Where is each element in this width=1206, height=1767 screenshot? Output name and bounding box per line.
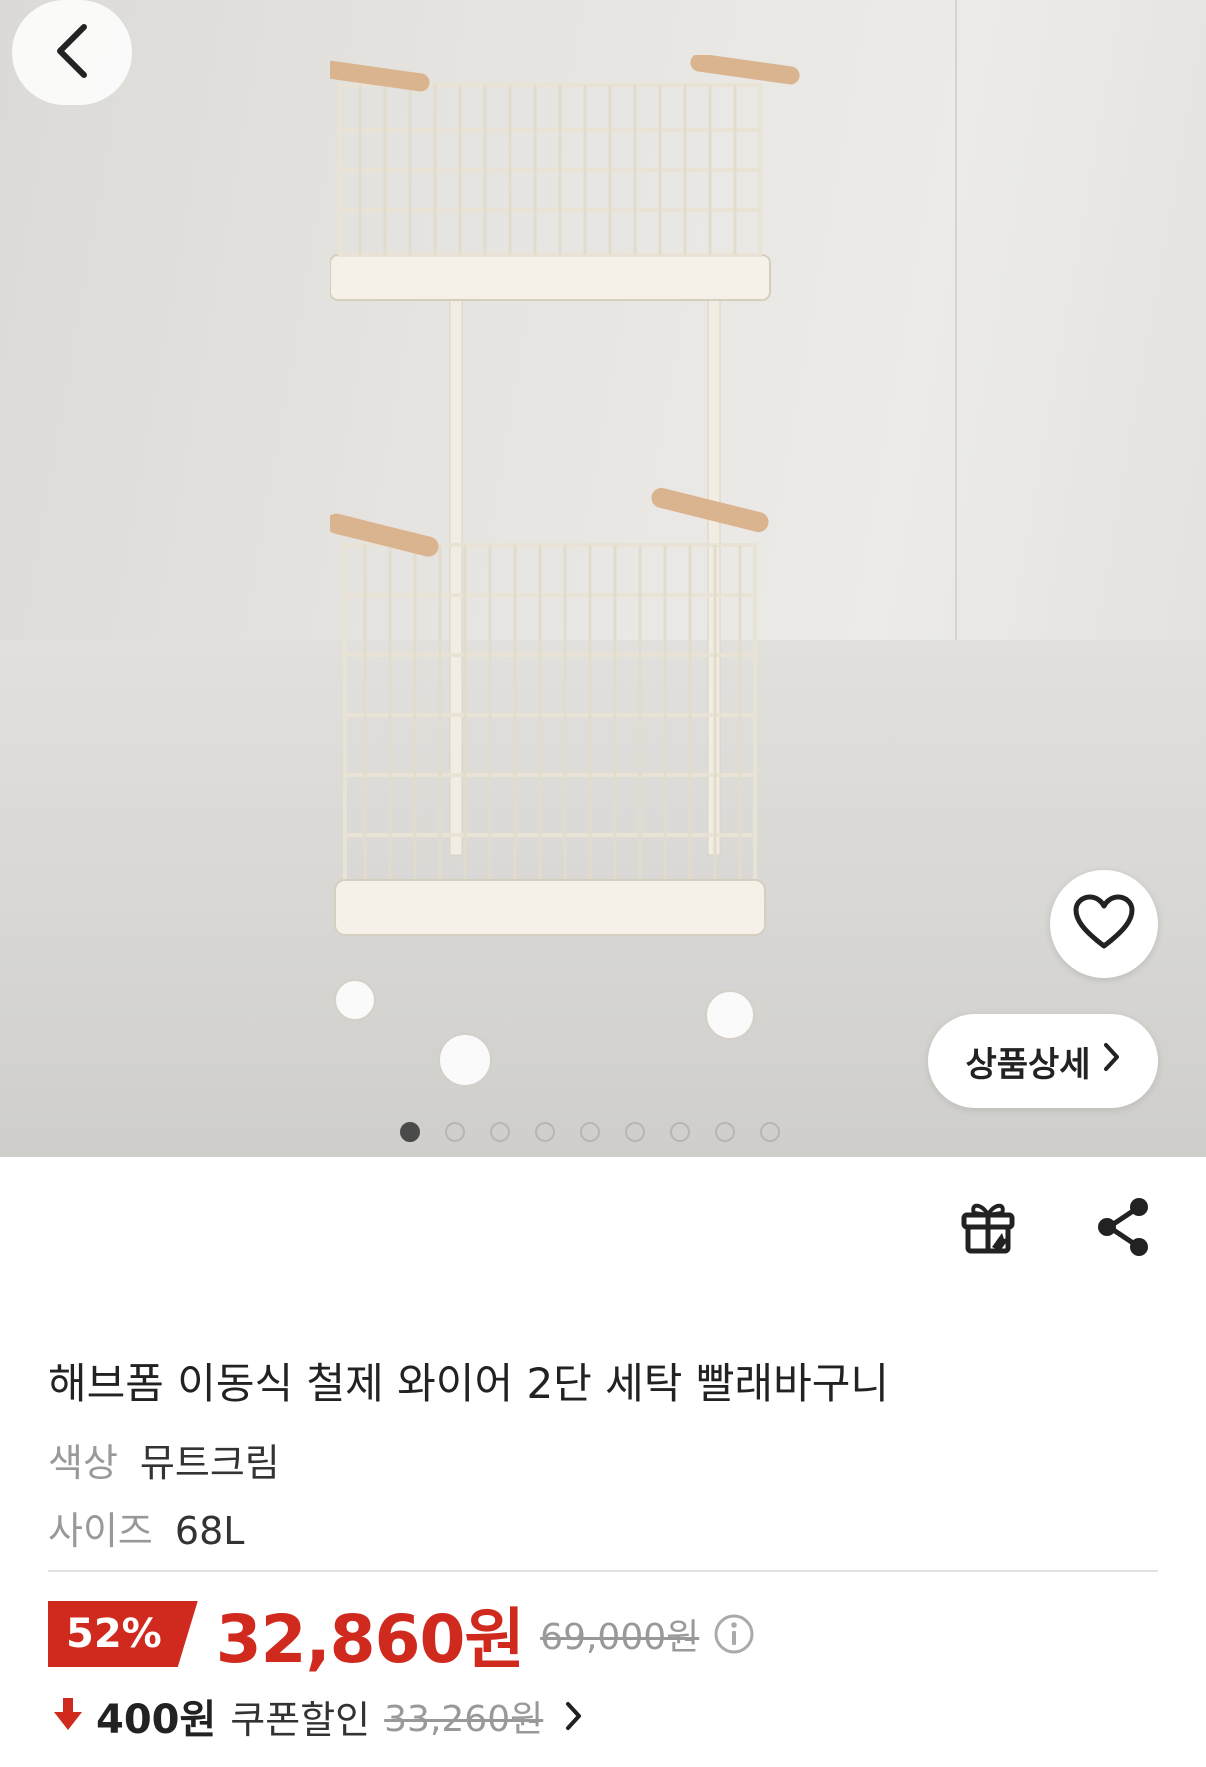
original-price: 69,000원 — [540, 1617, 700, 1658]
wishlist-button[interactable] — [1050, 870, 1158, 978]
pagination-dot[interactable] — [535, 1122, 555, 1142]
divider — [48, 1570, 1158, 1572]
pagination-dot[interactable] — [715, 1122, 735, 1142]
gallery-pagination — [400, 1122, 780, 1142]
pagination-dot[interactable] — [760, 1122, 780, 1142]
pagination-dot[interactable] — [625, 1122, 645, 1142]
pagination-dot[interactable] — [670, 1122, 690, 1142]
option-value: 68L — [174, 1509, 245, 1553]
chevron-left-icon — [50, 21, 94, 85]
option-label: 색상 — [48, 1441, 118, 1485]
product-image-gallery[interactable]: 상품상세 — [0, 0, 1206, 1157]
info-icon[interactable] — [713, 1613, 755, 1655]
pagination-dot[interactable] — [580, 1122, 600, 1142]
option-value: 뮤트크림 — [139, 1441, 280, 1485]
product-image — [330, 55, 800, 1087]
coupon-label: 쿠폰할인 — [230, 1697, 371, 1742]
option-label: 사이즈 — [48, 1509, 153, 1553]
gift-icon — [958, 1203, 1018, 1259]
product-detail-button[interactable]: 상품상세 — [928, 1014, 1158, 1108]
option-color: 색상 뮤트크림 — [48, 1432, 280, 1487]
product-title: 해브폼 이동식 철제 와이어 2단 세탁 빨래바구니 — [48, 1359, 889, 1408]
chevron-right-icon — [1101, 1041, 1121, 1082]
pagination-dot[interactable] — [400, 1122, 420, 1142]
arrow-down-icon — [52, 1696, 84, 1736]
coupon-amount: 400원 — [96, 1697, 217, 1743]
image-wall-edge — [955, 0, 957, 640]
product-detail-label: 상품상세 — [965, 1044, 1091, 1085]
discount-badge: 52% — [48, 1601, 198, 1667]
sale-price: 32,860원 — [215, 1601, 525, 1678]
pre-coupon-price: 33,260원 — [384, 1699, 544, 1740]
heart-outline-icon — [1073, 894, 1135, 954]
chevron-right-icon — [563, 1700, 583, 1732]
pagination-dot[interactable] — [490, 1122, 510, 1142]
back-button[interactable] — [12, 0, 132, 105]
coupon-row[interactable]: 400원 쿠폰할인 33,260원 — [52, 1688, 583, 1744]
gift-button[interactable] — [958, 1195, 1018, 1259]
pagination-dot[interactable] — [445, 1122, 465, 1142]
option-size: 사이즈 68L — [48, 1500, 244, 1555]
share-button[interactable] — [1093, 1195, 1153, 1263]
price-row: 52% 32,860원 69,000원 — [48, 1596, 755, 1678]
share-icon — [1093, 1198, 1153, 1263]
